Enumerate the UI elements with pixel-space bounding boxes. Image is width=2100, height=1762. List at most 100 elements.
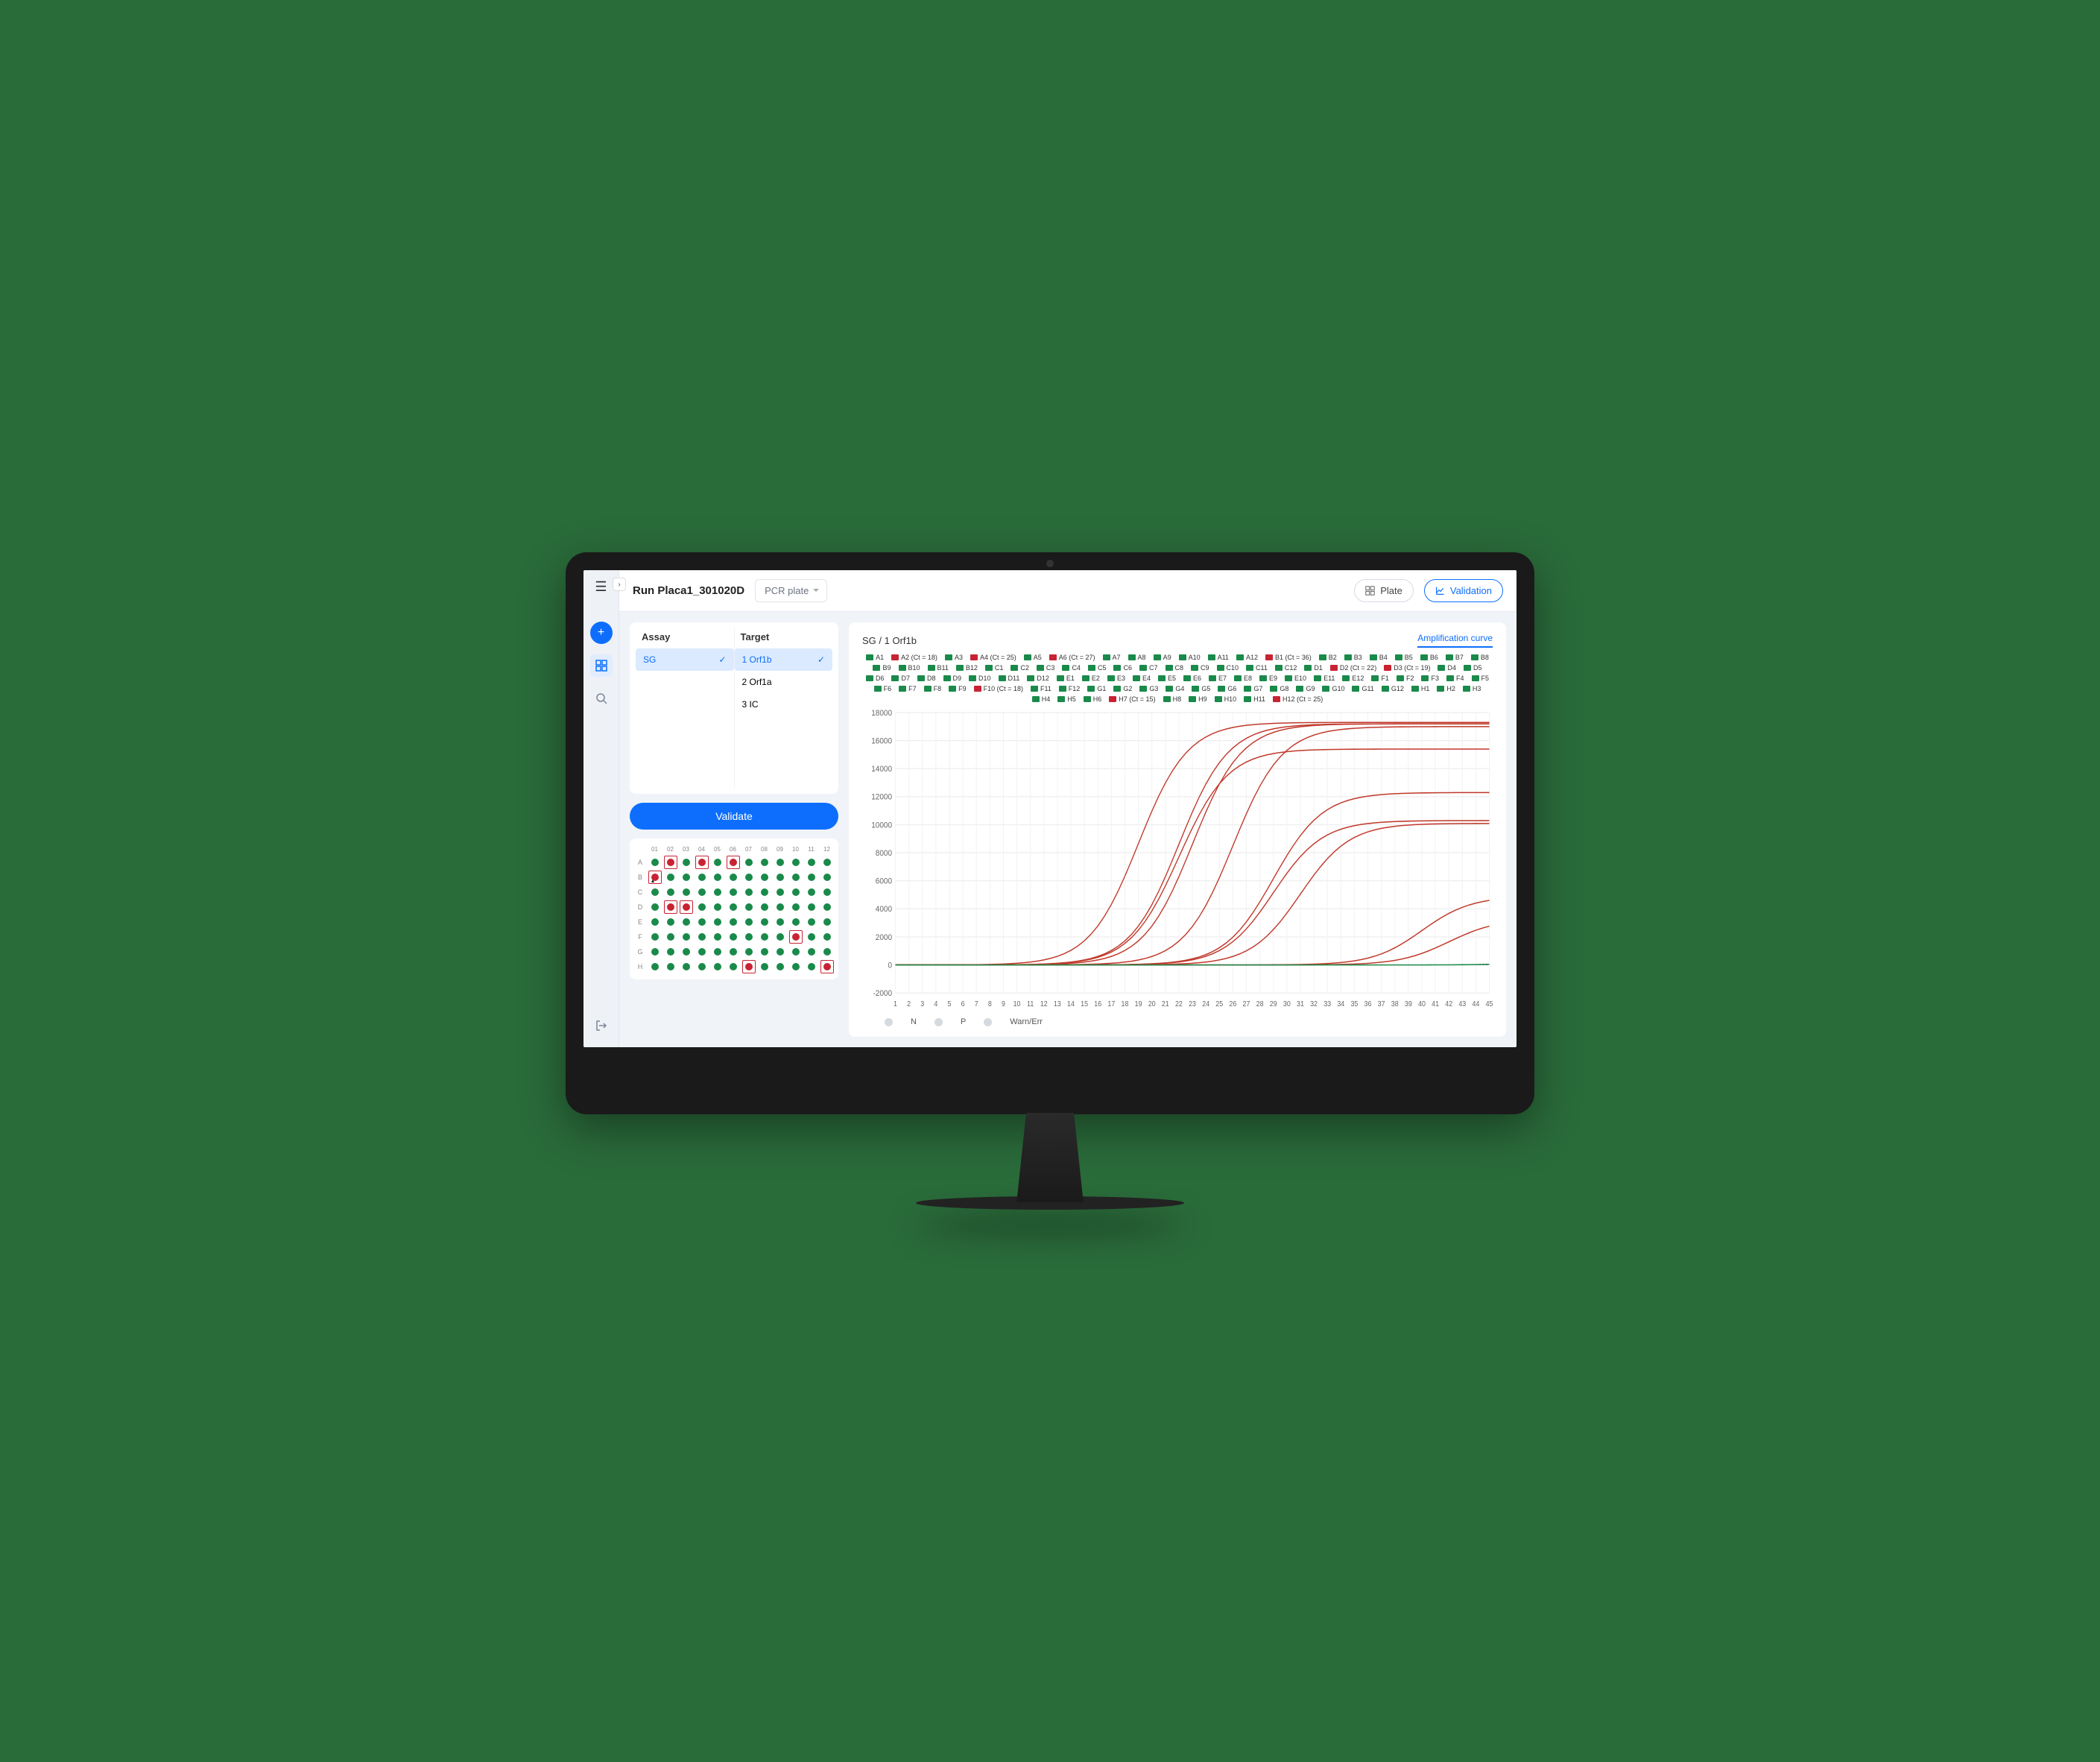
well-E4[interactable] (695, 915, 709, 929)
legend-H5[interactable]: H5 (1057, 695, 1076, 703)
well-H10[interactable] (789, 960, 803, 973)
well-C11[interactable] (805, 885, 818, 899)
well-A9[interactable] (774, 856, 787, 869)
well-E6[interactable] (727, 915, 740, 929)
well-C1[interactable] (648, 885, 662, 899)
well-F5[interactable] (711, 930, 724, 944)
legend-C2[interactable]: C2 (1011, 664, 1029, 672)
hamburger-icon[interactable]: ☰ (595, 579, 607, 595)
legend-B1[interactable]: B1 (Ct = 36) (1265, 654, 1312, 661)
well-F12[interactable] (820, 930, 834, 944)
well-G5[interactable] (711, 945, 724, 959)
target-item-0[interactable]: 1 Orf1b✓ (735, 648, 833, 671)
validate-button[interactable]: Validate (630, 803, 838, 830)
well-D10[interactable] (789, 900, 803, 914)
well-E9[interactable] (774, 915, 787, 929)
legend-E5[interactable]: E5 (1158, 675, 1176, 682)
well-C6[interactable] (727, 885, 740, 899)
well-H5[interactable] (711, 960, 724, 973)
legend-E3[interactable]: E3 (1107, 675, 1125, 682)
legend-D12[interactable]: D12 (1027, 675, 1049, 682)
well-E1[interactable] (648, 915, 662, 929)
legend-C11[interactable]: C11 (1246, 664, 1268, 672)
legend-G6[interactable]: G6 (1218, 685, 1236, 692)
well-B8[interactable] (758, 871, 771, 884)
well-C7[interactable] (742, 885, 756, 899)
well-F11[interactable] (805, 930, 818, 944)
well-D3[interactable] (680, 900, 693, 914)
legend-G1[interactable]: G1 (1087, 685, 1106, 692)
amplification-tab[interactable]: Amplification curve (1417, 633, 1493, 648)
legend-G11[interactable]: G11 (1352, 685, 1373, 692)
legend-E4[interactable]: E4 (1133, 675, 1151, 682)
well-G12[interactable] (820, 945, 834, 959)
well-C2[interactable] (664, 885, 677, 899)
well-H12[interactable] (820, 960, 834, 973)
legend-H2[interactable]: H2 (1437, 685, 1455, 692)
legend-A6[interactable]: A6 (Ct = 27) (1049, 654, 1095, 661)
well-H2[interactable] (664, 960, 677, 973)
legend-E9[interactable]: E9 (1259, 675, 1277, 682)
legend-G9[interactable]: G9 (1296, 685, 1315, 692)
well-D12[interactable] (820, 900, 834, 914)
legend-H4[interactable]: H4 (1032, 695, 1051, 703)
well-H11[interactable] (805, 960, 818, 973)
well-B5[interactable] (711, 871, 724, 884)
legend-H1[interactable]: H1 (1411, 685, 1430, 692)
legend-C8[interactable]: C8 (1166, 664, 1184, 672)
legend-D9[interactable]: D9 (943, 675, 962, 682)
legend-B2[interactable]: B2 (1319, 654, 1337, 661)
well-A4[interactable] (695, 856, 709, 869)
well-G4[interactable] (695, 945, 709, 959)
legend-E1[interactable]: E1 (1057, 675, 1075, 682)
rail-expand-icon[interactable]: › (613, 578, 626, 591)
legend-C3[interactable]: C3 (1037, 664, 1055, 672)
well-B6[interactable] (727, 871, 740, 884)
well-H4[interactable] (695, 960, 709, 973)
assay-item-0[interactable]: SG✓ (636, 648, 734, 671)
legend-B6[interactable]: B6 (1420, 654, 1438, 661)
legend-F3[interactable]: F3 (1421, 675, 1439, 682)
legend-H10[interactable]: H10 (1215, 695, 1237, 703)
well-C3[interactable] (680, 885, 693, 899)
legend-D4[interactable]: D4 (1438, 664, 1456, 672)
well-H8[interactable] (758, 960, 771, 973)
legend-D1[interactable]: D1 (1304, 664, 1323, 672)
legend-G12[interactable]: G12 (1382, 685, 1404, 692)
legend-B12[interactable]: B12 (956, 664, 978, 672)
well-D9[interactable] (774, 900, 787, 914)
well-C5[interactable] (711, 885, 724, 899)
well-A2[interactable] (664, 856, 677, 869)
legend-D11[interactable]: D11 (999, 675, 1020, 682)
legend-G10[interactable]: G10 (1322, 685, 1344, 692)
legend-D7[interactable]: D7 (891, 675, 910, 682)
well-D8[interactable] (758, 900, 771, 914)
validation-button[interactable]: Validation (1424, 579, 1503, 602)
legend-H12[interactable]: H12 (Ct = 25) (1273, 695, 1323, 703)
legend-E12[interactable]: E12 (1342, 675, 1364, 682)
well-G2[interactable] (664, 945, 677, 959)
well-C10[interactable] (789, 885, 803, 899)
well-C4[interactable] (695, 885, 709, 899)
well-F2[interactable] (664, 930, 677, 944)
legend-A3[interactable]: A3 (945, 654, 963, 661)
well-C12[interactable] (820, 885, 834, 899)
legend-F2[interactable]: F2 (1397, 675, 1414, 682)
well-E11[interactable] (805, 915, 818, 929)
well-F3[interactable] (680, 930, 693, 944)
legend-A10[interactable]: A10 (1179, 654, 1201, 661)
legend-G5[interactable]: G5 (1192, 685, 1210, 692)
legend-F5[interactable]: F5 (1472, 675, 1490, 682)
legend-B8[interactable]: B8 (1471, 654, 1489, 661)
legend-G3[interactable]: G3 (1139, 685, 1158, 692)
legend-C12[interactable]: C12 (1275, 664, 1297, 672)
legend-F8[interactable]: F8 (924, 685, 942, 692)
legend-B3[interactable]: B3 (1344, 654, 1362, 661)
legend-A2[interactable]: A2 (Ct = 18) (891, 654, 937, 661)
legend-G7[interactable]: G7 (1244, 685, 1262, 692)
well-G11[interactable] (805, 945, 818, 959)
well-E2[interactable] (664, 915, 677, 929)
legend-B11[interactable]: B11 (928, 664, 949, 672)
legend-B10[interactable]: B10 (899, 664, 920, 672)
well-B2[interactable] (664, 871, 677, 884)
